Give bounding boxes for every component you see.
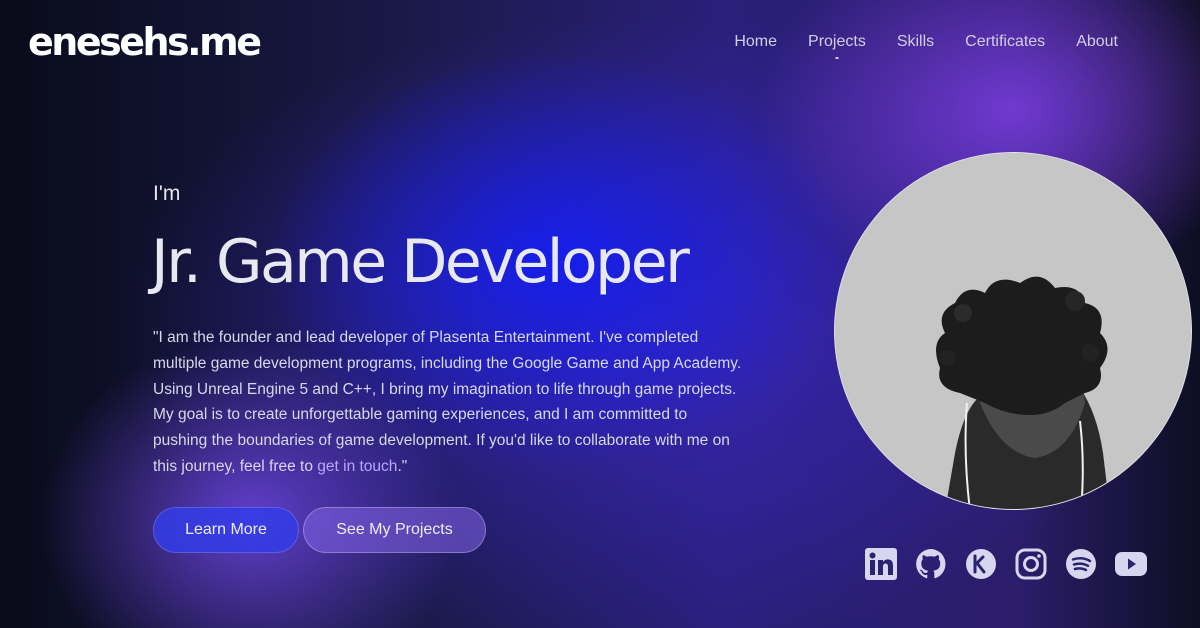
linkedin-icon[interactable] [864,547,898,581]
social-links [864,547,1148,581]
profile-avatar [834,152,1192,510]
hero-role-title: Jr. Game Developer [151,227,690,297]
nav-skills[interactable]: Skills [897,32,934,52]
nav-home[interactable]: Home [734,32,777,52]
bio-end: ." [397,457,408,475]
avatar-silhouette [835,153,1191,509]
bio-text: "I am the founder and lead developer of … [153,329,742,475]
instagram-icon[interactable] [1014,547,1048,581]
youtube-icon[interactable] [1114,547,1148,581]
hero-buttons: Learn More See My Projects [153,507,486,553]
site-logo[interactable]: enesehs.me [28,18,262,66]
nav-certificates[interactable]: Certificates [965,32,1045,52]
see-my-projects-button[interactable]: See My Projects [303,507,486,553]
hero-intro: I'm [153,182,181,205]
nav-about[interactable]: About [1076,32,1118,52]
github-icon[interactable] [914,547,948,581]
hero-bio: "I am the founder and lead developer of … [153,325,743,480]
kaggle-icon[interactable] [964,547,998,581]
learn-more-button[interactable]: Learn More [153,507,299,553]
nav-projects[interactable]: Projects [808,32,866,52]
get-in-touch-link[interactable]: get in touch [317,458,397,475]
spotify-icon[interactable] [1064,547,1098,581]
main-nav: Home Projects Skills Certificates About [734,32,1118,52]
